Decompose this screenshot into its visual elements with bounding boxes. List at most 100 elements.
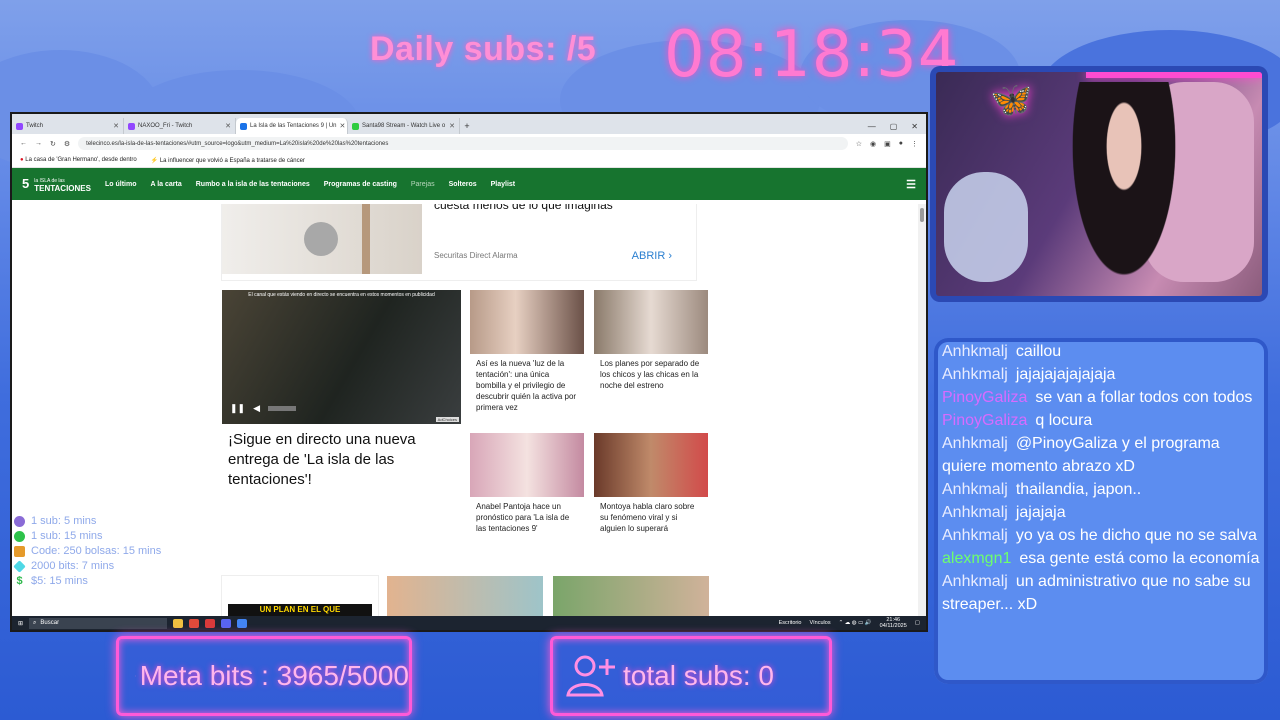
chat-username[interactable]: Anhkmalj bbox=[942, 504, 1008, 521]
sponsored-ad[interactable]: cuesta menos de lo que imaginas Securita… bbox=[222, 204, 696, 280]
chat-message: Anhkmalj @PinoyGaliza y el programa quier… bbox=[940, 432, 1264, 478]
close-tab-icon[interactable]: ✕ bbox=[449, 122, 455, 130]
back-icon[interactable]: ← bbox=[20, 140, 27, 147]
nav-lo-ultimo[interactable]: Lo último bbox=[105, 181, 137, 188]
goal-text: 1 sub: 15 mins bbox=[31, 530, 103, 542]
windows-taskbar: ⊞ ⌕ Buscar Escritorio Vínculos ⌃ ☁ ◍ ▭ 🔊 … bbox=[12, 616, 926, 630]
chevron-right-icon: › bbox=[668, 250, 672, 262]
chat-username[interactable]: alexmgn1 bbox=[942, 550, 1011, 567]
news-card[interactable]: Los planes por separado de los chicos y … bbox=[594, 290, 708, 395]
pause-icon[interactable]: ❚❚ bbox=[230, 403, 245, 414]
notification-icon[interactable]: ▢ bbox=[915, 620, 920, 626]
chat-username[interactable]: Anhkmalj bbox=[942, 573, 1008, 590]
close-window-icon[interactable]: ✕ bbox=[911, 122, 918, 131]
ad-open-button[interactable]: ABRIR › bbox=[632, 250, 672, 262]
live-video-player[interactable]: El canal que estás viendo en directo se … bbox=[222, 290, 461, 424]
browser-tab-active[interactable]: La Isla de las Tentaciones 9 | Un ✕ bbox=[236, 118, 348, 134]
promo-card[interactable]: UN PLAN EN EL QUE bbox=[222, 576, 378, 616]
kick-favicon-icon bbox=[352, 122, 359, 130]
browser-tab[interactable]: Santa98 Stream - Watch Live o ✕ bbox=[348, 118, 460, 134]
chat-panel: Anhkmalj caillou Anhkmalj jajajajajajajaja… bbox=[940, 340, 1264, 670]
minimize-icon[interactable]: — bbox=[868, 122, 876, 131]
chat-username[interactable]: Anhkmalj bbox=[942, 343, 1008, 360]
maximize-icon[interactable]: ▢ bbox=[890, 122, 898, 131]
close-tab-icon[interactable]: ✕ bbox=[225, 122, 231, 130]
ad-cta-label: ABRIR bbox=[631, 250, 666, 262]
chat-username[interactable]: PinoyGaliza bbox=[942, 389, 1027, 406]
news-thumbnail[interactable] bbox=[553, 576, 709, 616]
menu-kebab-icon[interactable]: ⋮ bbox=[911, 140, 918, 148]
chat-username[interactable]: Anhkmalj bbox=[942, 527, 1008, 544]
bookmarks-bar: ● La casa de 'Gran Hermano', desde dentr… bbox=[12, 153, 926, 168]
chat-text: caillou bbox=[1015, 343, 1062, 360]
close-tab-icon[interactable]: ✕ bbox=[340, 122, 346, 130]
browser-tab[interactable]: NAXOO_Fri - Twitch ✕ bbox=[124, 118, 236, 134]
chat-username[interactable]: Anhkmalj bbox=[942, 481, 1008, 498]
reload-icon[interactable]: ↻ bbox=[50, 140, 56, 148]
adchoices-badge[interactable]: AdChoices bbox=[435, 417, 459, 422]
bookmark-star-icon[interactable]: ☆ bbox=[856, 140, 862, 148]
forward-icon[interactable]: → bbox=[35, 140, 42, 147]
news-card[interactable]: Anabel Pantoja hace un pronóstico para '… bbox=[470, 433, 584, 538]
chat-text: thailandia, japon.. bbox=[1015, 481, 1142, 498]
profile-icon[interactable]: ● bbox=[899, 140, 903, 147]
news-card[interactable]: Montoya habla claro sobre su fenómeno vi… bbox=[594, 433, 708, 538]
nav-a-la-carta[interactable]: A la carta bbox=[150, 181, 181, 188]
nav-casting[interactable]: Programas de casting bbox=[324, 181, 397, 188]
site-navbar: 5 la ISLA de las TENTACIONES Lo último A … bbox=[12, 168, 926, 200]
chat-message: Anhkmalj un administrativo que no sabe su… bbox=[940, 570, 1264, 616]
chrome-icon[interactable] bbox=[189, 618, 200, 628]
chat-text: yo ya os he dicho que no se salva bbox=[1015, 527, 1257, 544]
puzzle-icon[interactable]: ▣ bbox=[884, 140, 891, 148]
bookmark-item[interactable]: ● La casa de 'Gran Hermano', desde dentr… bbox=[20, 157, 137, 163]
site-info-icon[interactable]: ⚙ bbox=[64, 140, 70, 148]
daily-subs-counter: Daily subs: /5 bbox=[370, 30, 597, 68]
calendar-app-icon[interactable] bbox=[205, 618, 216, 628]
url-field[interactable]: telecinco.es/la-isla-de-las-tentaciones/… bbox=[78, 137, 848, 150]
desktop-toolbar[interactable]: Escritorio bbox=[779, 620, 802, 626]
file-explorer-icon[interactable] bbox=[173, 618, 184, 628]
chat-username[interactable]: Anhkmalj bbox=[942, 435, 1008, 452]
nav-parejas[interactable]: Parejas bbox=[411, 181, 435, 188]
nav-playlist[interactable]: Playlist bbox=[491, 181, 516, 188]
dollar-icon: $ bbox=[16, 575, 23, 587]
nav-solteros[interactable]: Solteros bbox=[449, 181, 477, 188]
news-caption: Así es la nueva 'luz de la tentación': u… bbox=[476, 359, 577, 412]
hamburger-menu-icon[interactable]: ☰ bbox=[906, 178, 916, 191]
browser-tab[interactable]: Twitch ✕ bbox=[12, 118, 124, 134]
system-tray: Escritorio Vínculos ⌃ ☁ ◍ ▭ 🔊 21:46 04/11… bbox=[779, 617, 920, 629]
volume-icon[interactable]: ◀ bbox=[253, 403, 260, 414]
bookmark-label: La casa de 'Gran Hermano', desde dentro bbox=[25, 157, 137, 163]
discord-icon[interactable] bbox=[221, 618, 232, 628]
streamer bbox=[1064, 82, 1184, 296]
volume-slider[interactable] bbox=[268, 406, 297, 411]
close-tab-icon[interactable]: ✕ bbox=[113, 122, 119, 130]
chat-message: PinoyGaliza q locura bbox=[940, 409, 1264, 432]
site-logo[interactable]: 5 la ISLA de las TENTACIONES bbox=[22, 176, 91, 193]
ad-title: cuesta menos de lo que imaginas bbox=[434, 204, 613, 212]
chat-text: q locura bbox=[1035, 412, 1093, 429]
chat-username[interactable]: PinoyGaliza bbox=[942, 412, 1027, 429]
new-tab-button[interactable]: + bbox=[460, 118, 474, 134]
live-headline[interactable]: ¡Sigue en directo una nueva entrega de '… bbox=[228, 430, 458, 490]
tray-icons[interactable]: ⌃ ☁ ◍ ▭ 🔊 bbox=[839, 620, 872, 626]
taskbar-clock[interactable]: 21:46 04/11/2025 bbox=[880, 617, 907, 629]
goal-text: $5: 15 mins bbox=[31, 575, 88, 587]
nav-rumbo[interactable]: Rumbo a la isla de las tentaciones bbox=[196, 181, 310, 188]
meta-bits-box: Meta bits : 3965/5000 bbox=[116, 636, 412, 716]
butterfly-neon-icon: 🦋 bbox=[990, 81, 1033, 119]
chat-username[interactable]: Anhkmalj bbox=[942, 366, 1008, 383]
webcam-feed: 🦋 bbox=[936, 72, 1262, 296]
page-scrollbar[interactable] bbox=[918, 204, 926, 616]
news-caption: Los planes por separado de los chicos y … bbox=[600, 359, 700, 390]
news-thumbnail[interactable] bbox=[387, 576, 543, 616]
extension-icon[interactable]: ◉ bbox=[870, 140, 876, 148]
taskbar-search-label: Buscar bbox=[40, 620, 60, 626]
bookmark-item[interactable]: ⚡ La influencer que volvió a España a tr… bbox=[151, 157, 305, 164]
chrome-active-icon[interactable] bbox=[237, 618, 248, 628]
chat-message: Anhkmalj caillou bbox=[940, 340, 1264, 363]
links-toolbar[interactable]: Vínculos bbox=[809, 620, 830, 626]
taskbar-search[interactable]: ⌕ Buscar bbox=[29, 617, 168, 629]
windows-start-icon[interactable]: ⊞ bbox=[18, 620, 23, 627]
news-card[interactable]: Así es la nueva 'luz de la tentación': u… bbox=[470, 290, 584, 417]
